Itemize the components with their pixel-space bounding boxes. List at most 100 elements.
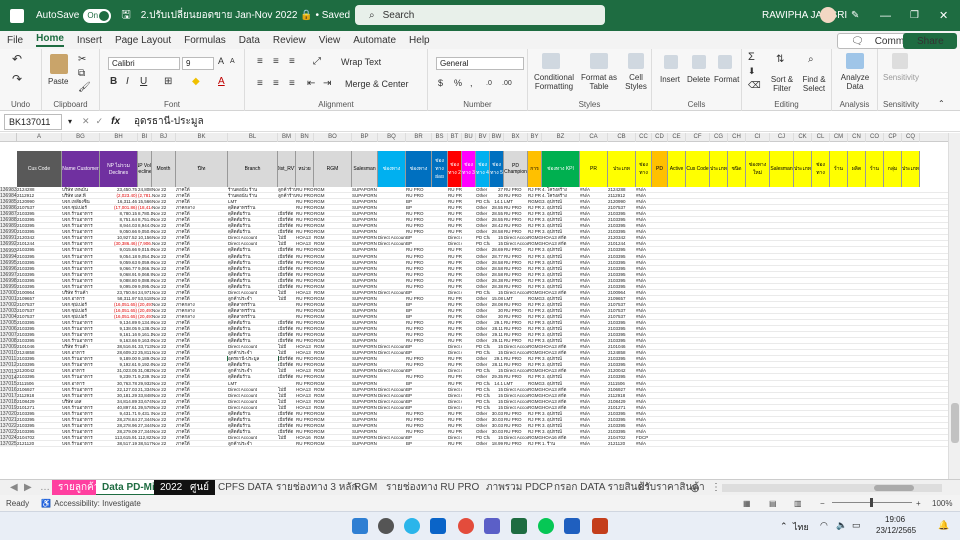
cell[interactable]: #N/A [580,441,608,446]
zoom-level[interactable]: 100% [932,499,952,508]
column-header[interactable]: CJ [770,133,794,142]
cell[interactable]: 18.99 [490,441,504,446]
align-left-icon[interactable]: ≡ [257,79,263,89]
column-header[interactable]: CN [848,133,866,142]
paste-button[interactable]: Paste [48,77,68,86]
table-header-cell[interactable]: NP ไม่รวม Declines [100,151,138,187]
decrease-indent-icon[interactable]: ⇤ [307,79,315,89]
word-icon[interactable] [564,518,580,534]
column-header[interactable]: CB [608,133,636,142]
font-color-icon[interactable]: A [218,77,225,87]
table-header-cell[interactable]: RGM [314,151,352,187]
table-header-cell[interactable]: กลุ่ม [884,151,902,187]
zoom-in-icon[interactable]: + [916,499,921,508]
avatar[interactable] [820,7,836,23]
name-box-dropdown-icon[interactable]: ▾ [68,117,72,126]
table-header-cell[interactable]: ช่องทาง [406,151,432,187]
normal-view-icon[interactable]: ▦ [743,499,751,508]
table-header-cell[interactable]: Cus Code [17,151,62,187]
zoom-out-icon[interactable]: − [820,499,825,508]
vertical-scrollbar[interactable] [948,133,960,479]
horizontal-scrollbar[interactable] [722,484,942,492]
cell[interactable]: บจก.ร้านอาหาร [62,441,100,446]
column-header[interactable]: BV [476,133,490,142]
cell[interactable]: RU PRO [296,441,314,446]
cut-icon[interactable]: ✂ [78,55,86,65]
column-header[interactable]: BH [100,133,138,142]
table-header-cell[interactable]: ร้าน [830,151,848,187]
sort-filter-button[interactable]: Sort & Filter [768,75,796,93]
table-header-cell[interactable]: PR [580,151,608,187]
table-header-cell[interactable]: Name Customer [62,151,100,187]
column-header[interactable]: CI [746,133,770,142]
add-sheet-icon[interactable]: ⊕ [684,480,706,496]
column-header[interactable]: CL [812,133,830,142]
format-button[interactable]: Format [714,75,739,84]
cell[interactable]: #N/A [636,441,652,446]
column-header[interactable]: CO [866,133,884,142]
format-painter-icon[interactable]: 🖌 [78,83,91,93]
formula-input[interactable]: อุดรธานี-ประมูล [134,114,204,129]
column-header[interactable]: BX [504,133,528,142]
outlook-icon[interactable] [430,518,446,534]
fill-icon[interactable]: ⬇ [748,67,756,76]
table-header-cell[interactable]: ช่องทาง [812,151,830,187]
font-name-select[interactable]: Calibri [108,57,180,70]
zoom-slider-thumb[interactable] [870,498,873,507]
tab-help[interactable]: Help [409,35,430,46]
column-header[interactable]: BY [528,133,542,142]
decrease-decimal-icon[interactable]: .00 [502,79,512,88]
redo-icon[interactable]: ↷ [12,73,22,85]
format-as-table-button[interactable]: Format as Table [580,73,618,91]
grow-font-icon[interactable]: A [218,57,224,66]
table-header-cell[interactable]: PD Champion [504,151,528,187]
table-header-cell[interactable]: ชนิด [728,151,746,187]
autosave-toggle[interactable]: On [83,8,112,23]
enter-icon[interactable]: ✓ [96,116,104,127]
select-all-corner[interactable] [0,133,17,142]
close-icon[interactable]: ✕ [939,9,948,22]
cell[interactable]: RGM [314,441,352,446]
column-header[interactable]: BK [176,133,228,142]
cell[interactable]: BP [406,441,432,446]
table-header-cell[interactable]: ช่องทาง 4 [476,151,490,187]
document-title[interactable]: 2.ปรับเปลี่ยนยอดขาย Jan-Nov 2022 🔒 • Sav… [141,8,350,23]
pen-icon[interactable]: ✎ [851,10,859,21]
tab-view[interactable]: View [319,35,341,46]
sheet-tab[interactable]: ศูนย์ [184,480,216,496]
column-header[interactable]: CM [830,133,848,142]
clock-time[interactable]: 19:06 [885,515,905,524]
share-button[interactable]: Share [903,33,957,49]
cell[interactable]: 1. ร้าน [542,441,580,446]
table-header-cell[interactable]: PD [652,151,668,187]
cell[interactable]: 38,517.19 [138,441,152,446]
tab-formulas[interactable]: Formulas [184,35,226,46]
tab-file[interactable]: File [7,35,23,46]
orientation-icon[interactable]: ⤢ [313,57,321,67]
analyze-data-button[interactable]: Analyze Data [836,73,874,91]
autosum-icon[interactable]: Σ [748,52,755,63]
table-header-cell[interactable]: ประเภท [710,151,728,187]
cell[interactable]: RJ PR [528,441,542,446]
column-header[interactable]: BI [138,133,152,142]
column-header[interactable]: CP [884,133,902,142]
table-header-cell[interactable]: หน่วย [296,151,314,187]
copy-icon[interactable]: ⧉ [78,69,85,79]
table-header-cell[interactable]: Salesman [770,151,794,187]
paste-icon[interactable] [50,54,68,74]
column-header[interactable]: BW [490,133,504,142]
column-header[interactable]: CQ [902,133,920,142]
underline-icon[interactable]: U [140,77,147,87]
table-header-cell[interactable]: ช่องทาง KPI [542,151,580,187]
table-header-cell[interactable]: ช่องทาง 2 [448,151,462,187]
table-header-cell[interactable]: ช่องทาง [378,151,406,187]
teams-icon[interactable] [484,518,500,534]
start-icon[interactable] [352,518,368,534]
delete-button[interactable]: Delete [687,75,710,84]
tab-automate[interactable]: Automate [353,35,396,46]
cancel-icon[interactable]: ✕ [82,116,90,127]
column-header[interactable]: CC [636,133,652,142]
align-top-icon[interactable]: ≡ [257,57,263,67]
undo-icon[interactable]: ↶ [12,53,22,65]
chrome-icon[interactable] [458,518,474,534]
